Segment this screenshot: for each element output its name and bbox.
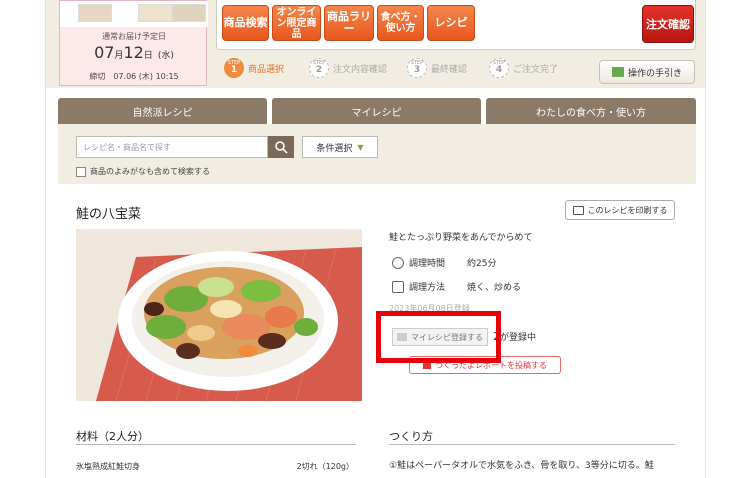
nav-online-limited-button[interactable]: オンライン限定商品 bbox=[272, 5, 321, 41]
step-number: 2 bbox=[315, 65, 323, 75]
condition-select-label: 条件選択 bbox=[316, 143, 353, 154]
printer-icon bbox=[572, 205, 584, 215]
step-number: 3 bbox=[413, 65, 421, 75]
ingredient-row: 氷塩熟成紅鮭切身 2切れ（120g） bbox=[76, 461, 354, 472]
search-button[interactable] bbox=[268, 136, 294, 158]
clock-icon bbox=[392, 256, 404, 269]
delivery-date: 07月12日 (水) bbox=[60, 43, 208, 62]
step-circle: STEP 2 bbox=[309, 58, 329, 78]
delivery-day: 12 bbox=[123, 43, 144, 62]
step-label: 商品選択 bbox=[248, 64, 285, 75]
recipe-description: 鮭とたっぷり野菜をあんでからめて bbox=[389, 233, 533, 243]
page: 通常お届け予定日 07月12日 (水) 締切 07.06 (木) 10:15 商… bbox=[45, 0, 706, 478]
order-steps: STEP 1 商品選択 STEP 2 注文内容確認 STEP 3 最終確認 STEP 4… bbox=[224, 58, 604, 82]
ingredient-amount: 2切れ（120g） bbox=[296, 462, 354, 471]
condition-select-button[interactable]: 条件選択 ▼ bbox=[302, 136, 378, 158]
cook-method-row: 調理方法 焼く、炒める bbox=[392, 280, 521, 293]
reading-search-option[interactable]: 商品のよみがなも含めて検索する bbox=[76, 166, 210, 177]
order-confirm-button[interactable]: 注文確認 bbox=[642, 5, 694, 43]
utensils-icon bbox=[392, 280, 404, 293]
step-3: STEP 3 最終確認 bbox=[407, 58, 467, 78]
method-divider bbox=[389, 444, 675, 445]
nav-how-to-eat-button[interactable]: 食べ方・使い方 bbox=[377, 5, 424, 41]
catalog-thumbnail[interactable] bbox=[138, 4, 172, 22]
delivery-day-unit: 日 bbox=[143, 51, 153, 61]
step-1: STEP 1 商品選択 bbox=[224, 58, 284, 78]
nav-product-rally-button[interactable]: 商品ラリー bbox=[324, 5, 374, 41]
step-circle: STEP 4 bbox=[489, 58, 509, 78]
highlight-annotation-box bbox=[376, 311, 501, 363]
cook-method-value: 焼く、炒める bbox=[467, 283, 522, 293]
reading-search-label: 商品のよみがなも含めて検索する bbox=[90, 167, 210, 176]
recipe-photo-image bbox=[76, 229, 362, 401]
guide-button-label: 操作の手引き bbox=[627, 68, 682, 79]
step-label: 注文内容確認 bbox=[333, 64, 388, 75]
recipe-tabs: 自然派レシピ マイレシピ わたしの食べ方・使い方 bbox=[58, 98, 696, 124]
step-number: 1 bbox=[230, 65, 238, 75]
print-recipe-label: このレシピを印刷する bbox=[587, 205, 668, 215]
method-step: ①鮭はペーパータオルで水気をふき、骨を取り、3等分に切る。鮭 bbox=[389, 461, 654, 471]
main-content: 自然派レシピ マイレシピ わたしの食べ方・使い方 レシピ名・商品名で探す 条件選… bbox=[46, 88, 705, 478]
nav-recipe-button[interactable]: レシピ bbox=[427, 5, 475, 41]
step-2: STEP 2 注文内容確認 bbox=[309, 58, 387, 78]
delivery-thumbnails bbox=[60, 1, 208, 27]
cook-time-value: 約25分 bbox=[467, 259, 497, 269]
ingredient-name: 氷塩熟成紅鮭切身 bbox=[76, 462, 140, 471]
ingredients-title: 材料（2人分） bbox=[76, 430, 149, 443]
tab-natural-recipe[interactable]: 自然派レシピ bbox=[58, 98, 267, 124]
cook-method-label: 調理方法 bbox=[409, 283, 446, 293]
cook-time-row: 調理時間 約25分 bbox=[392, 256, 496, 269]
recipe-photo bbox=[76, 229, 362, 401]
main-nav: 商品検索 オンライン限定商品 商品ラリー 食べ方・使い方 レシピ 注文確認 bbox=[216, 0, 696, 50]
tab-how-to-use[interactable]: わたしの食べ方・使い方 bbox=[486, 98, 696, 124]
nav-product-search-button[interactable]: 商品検索 bbox=[222, 5, 269, 41]
delivery-label: 通常お届け予定日 bbox=[102, 32, 166, 41]
delivery-panel: 通常お届け予定日 07月12日 (水) 締切 07.06 (木) 10:15 bbox=[59, 0, 208, 86]
search-icon bbox=[275, 141, 288, 154]
step-label: 最終確認 bbox=[431, 64, 468, 75]
cook-time-label: 調理時間 bbox=[409, 259, 446, 269]
catalog-thumbnail[interactable] bbox=[172, 4, 206, 22]
guide-button[interactable]: 操作の手引き bbox=[599, 60, 695, 84]
search-input[interactable]: レシピ名・商品名で探す bbox=[76, 136, 268, 158]
step-4: STEP 4 ご注文完了 bbox=[489, 58, 558, 78]
ingredients-divider bbox=[76, 444, 356, 445]
registration-count-suffix: が登録中 bbox=[500, 333, 537, 343]
method-title: つくり方 bbox=[389, 430, 433, 443]
step-label: ご注文完了 bbox=[513, 64, 559, 75]
step-number: 4 bbox=[495, 65, 503, 75]
search-panel: レシピ名・商品名で探す 条件選択 ▼ 商品のよみがなも含めて検索する bbox=[58, 124, 696, 184]
step-circle: STEP 1 bbox=[224, 58, 244, 78]
print-recipe-button[interactable]: このレシピを印刷する bbox=[565, 200, 675, 220]
delivery-month: 07 bbox=[94, 43, 115, 62]
header: 通常お届け予定日 07月12日 (水) 締切 07.06 (木) 10:15 商… bbox=[46, 0, 705, 88]
step-circle: STEP 3 bbox=[407, 58, 427, 78]
chevron-down-icon: ▼ bbox=[357, 142, 364, 152]
recipe-title: 鮭の八宝菜 bbox=[76, 207, 142, 222]
delivery-weekday: (水) bbox=[157, 51, 174, 61]
catalog-thumbnail[interactable] bbox=[78, 4, 112, 22]
tab-my-recipe[interactable]: マイレシピ bbox=[272, 98, 481, 124]
reading-search-checkbox[interactable] bbox=[76, 166, 86, 177]
book-icon bbox=[611, 67, 624, 77]
delivery-deadline: 締切 07.06 (木) 10:15 bbox=[89, 72, 179, 81]
